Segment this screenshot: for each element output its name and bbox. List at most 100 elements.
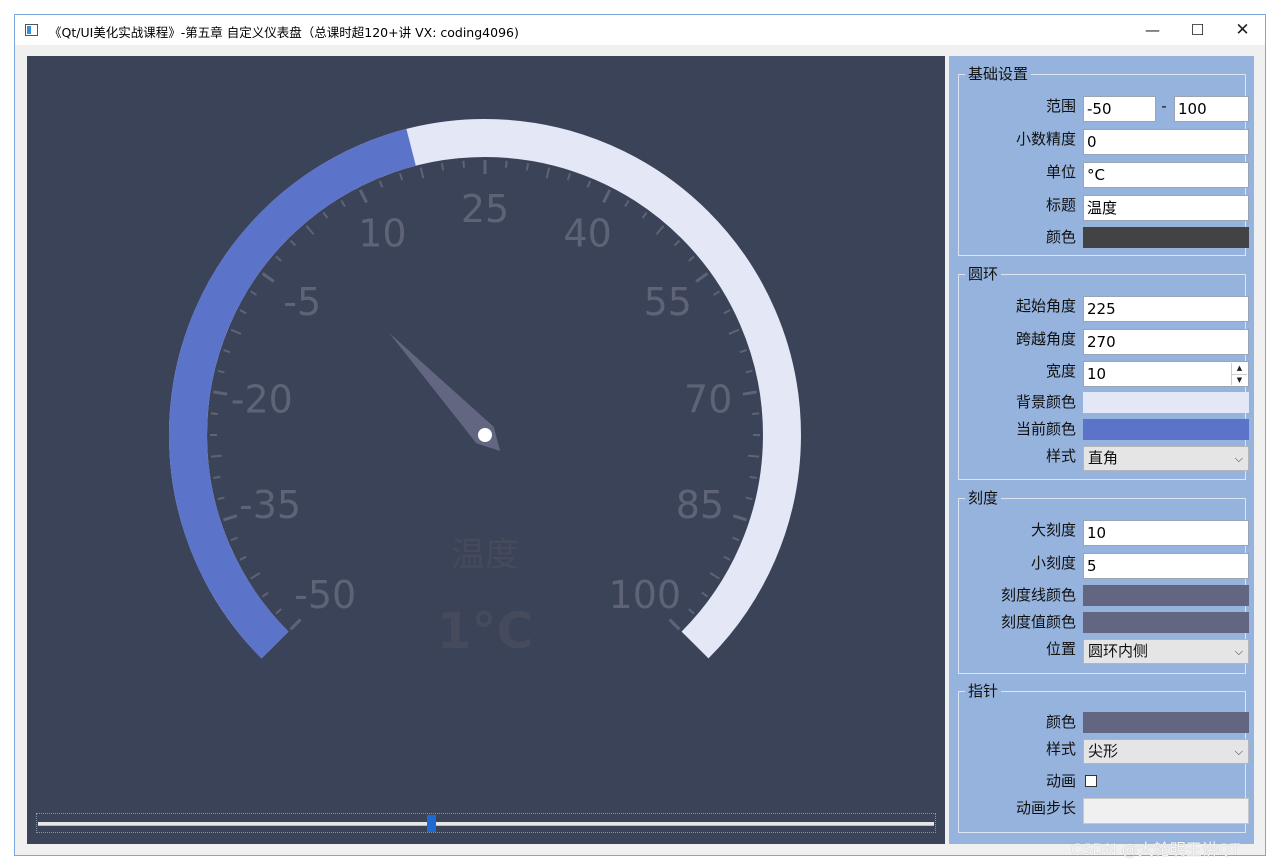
gauge-title: 温度 [451,535,519,575]
tick-mark [749,475,757,480]
ring-style-select[interactable]: 直角 ⌵ [1083,446,1249,471]
pointer-style-value: 尖形 [1088,742,1119,760]
spin-buttons[interactable]: ▲ ▼ [1231,363,1247,385]
tick-mark [688,608,695,615]
tick-label: 40 [563,212,611,256]
window-title: 《Qt/UI美化实战课程》-第五章 自定义仪表盘（总课时超120+讲 VX: c… [49,25,519,40]
tick-mark [261,591,269,598]
maximize-button[interactable]: ☐ [1175,15,1220,45]
pointer-style-select[interactable]: 尖形 ⌵ [1083,739,1249,764]
tick-mark [217,496,225,501]
group-scale-title: 刻度 [965,488,1002,508]
major-tick-label: 大刻度 [1030,521,1076,539]
tick-label: 55 [644,280,692,324]
tick-value-color-swatch[interactable] [1083,612,1249,633]
tick-label: 100 [609,573,682,617]
gauge-canvas: -50 -35 -20 -5 10 25 40 55 70 85 100 温度 1°C [27,56,945,844]
caption-input[interactable]: 温度 [1083,195,1249,221]
main-window: 《Qt/UI美化实战课程》-第五章 自定义仪表盘（总课时超120+讲 VX: c… [14,14,1266,856]
text-color-label: 颜色 [1045,228,1076,246]
tick-label: 25 [461,187,509,231]
text-color-swatch[interactable] [1083,227,1249,248]
ring-cur-color-label: 当前颜色 [1015,420,1076,438]
unit-label: 单位 [1045,163,1076,181]
tick-mark [701,591,709,598]
minor-tick-input[interactable]: 5 [1083,553,1249,579]
value-slider[interactable] [36,813,936,833]
tick-mark [723,309,731,315]
tick-label: 10 [358,212,406,256]
tick-mark [213,475,221,480]
minimize-button[interactable]: — [1130,15,1175,45]
pointer-center [478,428,492,442]
range-max-input[interactable]: 100 [1174,96,1249,122]
group-basic-title: 基础设置 [965,64,1032,84]
slider-track[interactable] [38,822,934,826]
tick-mark [305,225,315,235]
tick-position-select[interactable]: 圆环内侧 ⌵ [1083,639,1249,664]
tick-mark [624,200,630,208]
tick-mark [289,239,297,247]
tick-label: 70 [684,378,732,422]
animation-step-input[interactable] [1083,798,1249,824]
tick-mark [641,211,648,219]
chevron-down-icon: ⌵ [1234,745,1243,758]
major-tick-input[interactable]: 10 [1083,520,1249,546]
tick-mark [742,390,757,396]
tick-mark [732,536,740,542]
tick-line-color-swatch[interactable] [1083,585,1249,606]
tick-mark [275,608,282,615]
tick-mark [230,536,238,542]
ring-width-spinbox[interactable]: 10 ▲ ▼ [1083,361,1249,387]
tick-mark [239,555,247,561]
start-angle-input[interactable]: 225 [1083,296,1249,322]
tick-mark [566,173,571,181]
decimals-label: 小数精度 [1015,130,1076,148]
tick-mark [739,349,747,354]
title-bar[interactable]: 《Qt/UI美化实战课程》-第五章 自定义仪表盘（总课时超120+讲 VX: c… [15,15,1265,45]
tick-label: -35 [239,483,301,527]
tick-mark [655,225,665,235]
tick-label: -5 [283,280,321,324]
tick-mark [213,390,228,396]
span-angle-input[interactable]: 270 [1083,329,1249,355]
animation-checkbox[interactable] [1085,775,1097,787]
spin-up-button[interactable]: ▲ [1232,363,1247,375]
tick-mark [210,412,218,415]
range-min-input[interactable]: -50 [1083,96,1156,122]
slider-handle[interactable] [426,815,436,832]
tick-mark [695,272,709,283]
tick-mark [745,496,753,501]
pointer-color-swatch[interactable] [1083,712,1249,733]
group-pointer: 指针 颜色 样式 尖形 ⌵ 动画 动画步长 [958,681,1249,833]
app-icon [25,24,38,36]
watermark: CSDN @大轮明王讲QT [1071,840,1241,859]
ring-cur-color-swatch[interactable] [1083,419,1249,440]
minor-tick-label: 小刻度 [1030,554,1076,572]
unit-input[interactable]: °C [1083,162,1249,188]
tick-mark [712,290,720,296]
tick-mark [745,369,753,374]
tick-mark [668,618,681,631]
chevron-down-icon: ⌵ [1234,452,1243,465]
tick-mark [217,369,225,374]
ring-bg-color-label: 背景颜色 [1015,393,1076,411]
tick-label: -50 [294,573,356,617]
chevron-down-icon: ⌵ [1234,645,1243,658]
ring-bg-color-swatch[interactable] [1083,392,1249,413]
gauge-value: 1°C [437,602,533,660]
tick-mark [222,514,238,522]
decimals-input[interactable]: 0 [1083,129,1249,155]
tick-mark [250,572,261,580]
close-button[interactable]: ✕ [1220,15,1265,45]
tick-mark [732,514,748,522]
tick-mark [545,167,551,179]
tick-mark [525,163,530,171]
settings-panel: 基础设置 范围 -50 - 100 小数精度 0 单位 °C 标题 温度 颜色 … [949,56,1254,844]
tick-mark [239,309,247,315]
animation-label: 动画 [1045,772,1076,790]
animation-step-label: 动画步长 [1015,799,1076,817]
tick-mark [358,189,368,204]
spin-down-button[interactable]: ▼ [1232,375,1247,386]
tick-mark [748,454,760,458]
